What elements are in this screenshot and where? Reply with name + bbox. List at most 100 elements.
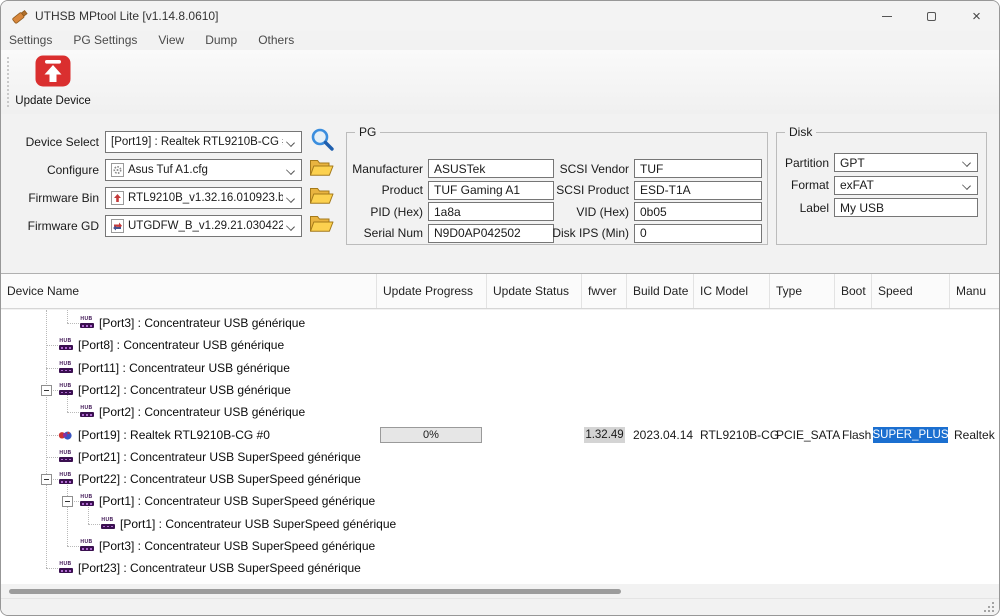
speed-badge: SUPER_PLUS [873,427,948,443]
column-header-label: Speed [878,284,913,298]
partition-value: GPT [840,156,865,170]
table-row[interactable]: HUB[Port11] : Concentrateur USB génériqu… [1,357,999,379]
minimize-button[interactable] [864,1,909,31]
serial-num-field[interactable]: N9D0AP042502 [428,224,554,243]
disk-group-title: Disk [785,125,816,139]
table-row[interactable]: HUB[Port3] : Concentrateur USB générique [1,312,999,334]
firmware-gd-label: Firmware GD [15,219,99,233]
usb-hub-icon-text: HUB [59,339,71,344]
browse-folder-button[interactable] [309,214,334,239]
usb-hub-icon-bar [59,368,73,373]
table-row[interactable]: HUB[Port1] : Concentrateur USB SuperSpee… [1,490,999,512]
format-dropdown[interactable]: exFAT [834,176,978,195]
chevron-down-icon [286,166,295,175]
product-field[interactable]: TUF Gaming A1 [428,181,554,200]
usb-hub-icon: HUB [58,451,73,462]
usb-hub-icon: HUB [100,518,115,529]
maximize-button[interactable] [909,1,954,31]
usb-hub-icon: HUB [58,562,73,573]
disk-ips-min--label: Disk IPS (Min) [543,226,629,240]
table-row[interactable]: HUB[Port23] : Concentrateur USB SuperSpe… [1,557,999,579]
maximize-icon [927,12,936,21]
partition-dropdown[interactable]: GPT [834,153,978,172]
menu-item-dump[interactable]: Dump [205,31,249,50]
table-row[interactable]: HUB[Port1] : Concentrateur USB SuperSpee… [1,513,999,535]
column-header-label: Build Date [633,284,688,298]
manufacturer-field[interactable]: ASUSTek [428,159,554,178]
table-row[interactable]: HUB [Port8] : Concentrateur USB générique [1,334,999,356]
tree-connector-dash [46,568,58,569]
pg-field-scsi-vendor: SCSI VendorTUF [543,159,762,178]
column-header-update-status[interactable]: Update Status [487,274,582,308]
device-name: [Port8] : Concentrateur USB générique [78,338,284,352]
pg-field-serial-num: Serial Num N9D0AP042502 [351,224,554,243]
close-button[interactable]: × [954,1,999,31]
toolbar-grip[interactable] [7,57,9,107]
update-device-button[interactable]: Update Device [13,54,93,112]
fwver-value: 1.32.49 [584,427,625,443]
browse-folder-button[interactable] [309,186,334,211]
ic-model-value: RTL9210B-CG [700,428,779,442]
device-name: [Port1] : Concentrateur USB SuperSpeed g… [99,494,375,508]
disk-field-label: LabelMy USB [783,198,978,217]
pg-field-disk-ips-min-: Disk IPS (Min) 0 [543,224,762,243]
serial-num-value: N9D0AP042502 [434,226,521,240]
horizontal-scrollbar[interactable] [1,585,999,598]
usb-hub-icon-text: HUB [80,540,92,545]
device-form: Device Select [Port19] : Realtek RTL9210B… [15,131,335,243]
boot-value: Flash [842,428,871,442]
column-header-manu[interactable]: Manu [950,274,1000,308]
column-header-label: Boot [841,284,866,298]
pg-field-pid-hex-: PID (Hex)1a8a [351,202,554,221]
column-header-speed[interactable]: Speed [872,274,950,308]
serial-num-label: Serial Num [351,226,423,240]
search-icon [309,127,335,158]
browse-folder-button[interactable] [309,158,334,183]
table-row[interactable]: HUB [Port12] : Concentrateur USB génériqu… [1,379,999,401]
column-header-boot[interactable]: Boot [835,274,872,308]
chevron-down-icon [286,222,295,231]
column-header-type[interactable]: Type [770,274,835,308]
pid-hex--field[interactable]: 1a8a [428,202,554,221]
disk-ips-min--value: 0 [640,226,647,240]
firmware-gd-dropdown[interactable]: UTGDFW_B_v1.29.21.030422.bin [105,215,302,237]
resize-grip-icon[interactable] [992,610,994,612]
menu-item-pg-settings[interactable]: PG Settings [73,31,149,50]
configure-dropdown[interactable]: Asus Tuf A1.cfg [105,159,302,181]
usb-hub-icon-bar [59,390,73,395]
horizontal-scrollbar-thumb[interactable] [9,589,621,594]
table-row[interactable]: [Port19] : Realtek RTL9210B-CG #00%1.32.… [1,424,999,446]
column-header-build-date[interactable]: Build Date [627,274,694,308]
menu-item-others[interactable]: Others [258,31,306,50]
device-name: [Port11] : Concentrateur USB générique [78,361,290,375]
scsi-vendor-field[interactable]: TUF [634,159,762,178]
column-header-device-name[interactable]: Device Name [1,274,377,308]
column-header-label: Manu [956,284,986,298]
device-select-label: Device Select [15,135,99,149]
menu-item-settings[interactable]: Settings [9,31,64,50]
search-button[interactable] [309,127,335,158]
menu-item-view[interactable]: View [158,31,196,50]
firmware-bin-label: Firmware Bin [15,191,99,205]
scsi-product-field[interactable]: ESD-T1A [634,181,762,200]
vid-hex--field[interactable]: 0b05 [634,202,762,221]
column-header-update-progress[interactable]: Update Progress [377,274,487,308]
table-row[interactable]: HUB[Port22] : Concentrateur USB SuperSpe… [1,468,999,490]
usb-hub-icon: HUB [58,384,73,395]
table-row[interactable]: HUB[Port21] : Concentrateur USB SuperSpe… [1,446,999,468]
app-window: UTHSB MPtool Lite [v1.14.8.0610] × Setti… [0,0,1000,616]
firmware-bin-dropdown[interactable]: RTL9210B_v1.32.16.010923.bin [105,187,302,209]
title-bar: UTHSB MPtool Lite [v1.14.8.0610] × [1,1,999,31]
disk-ips-min--field[interactable]: 0 [634,224,762,243]
table-row[interactable]: HUB[Port2] : Concentrateur USB générique [1,401,999,423]
tree-collapse-toggle[interactable] [62,496,73,507]
device-select-dropdown[interactable]: [Port19] : Realtek RTL9210B-CG #0 [105,131,302,153]
tree-collapse-toggle[interactable] [41,474,52,485]
tree-collapse-toggle[interactable] [41,385,52,396]
device-name: [Port12] : Concentrateur USB générique [78,383,291,397]
tree-connector-dash [88,524,100,525]
column-header-fwver[interactable]: fwver [582,274,627,308]
label-input[interactable]: My USB [834,198,978,217]
column-header-ic-model[interactable]: IC Model [694,274,770,308]
table-row[interactable]: HUB[Port3] : Concentrateur USB SuperSpee… [1,535,999,557]
